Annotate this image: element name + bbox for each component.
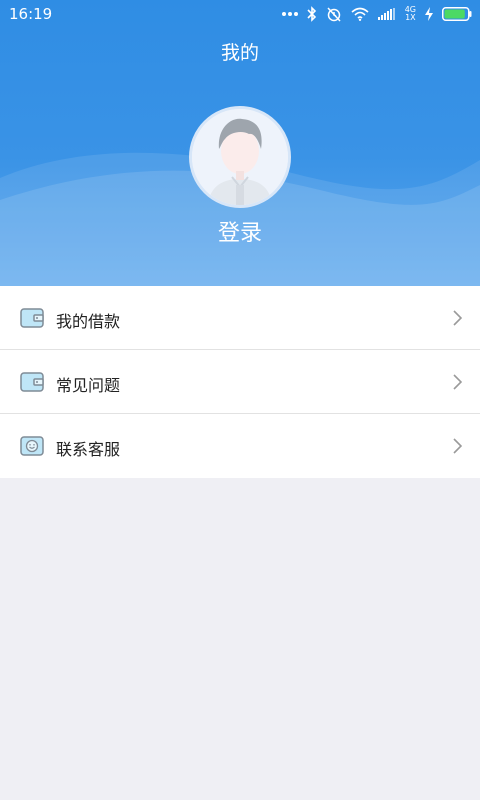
- menu-item-label: 联系客服: [56, 440, 121, 459]
- profile-header: 16:19 4G 1X 我的 登录: [0, 0, 480, 286]
- menu-item-customer-service[interactable]: 联系客服: [0, 414, 480, 478]
- user-avatar-placeholder-icon: [192, 109, 288, 205]
- status-bar: 16:19 4G 1X: [0, 0, 480, 28]
- bluetooth-icon: [307, 6, 316, 22]
- menu-item-label: 常见问题: [56, 376, 121, 395]
- more-icon: [281, 12, 298, 16]
- chevron-right-icon: [453, 310, 462, 326]
- card-icon: [20, 372, 44, 392]
- menu-item-faq[interactable]: 常见问题: [0, 350, 480, 414]
- signal-icon: [377, 8, 395, 20]
- network-type: 4G 1X: [404, 5, 416, 22]
- status-time: 16:19: [9, 5, 53, 23]
- wallet-icon: [20, 308, 44, 328]
- alarm-off-icon: [327, 7, 341, 22]
- menu-list: 我的借款 常见问题 联系客服: [0, 286, 480, 478]
- login-button[interactable]: 登录: [0, 215, 480, 247]
- battery-icon: [442, 7, 472, 21]
- menu-item-label: 我的借款: [56, 312, 121, 331]
- user-avatar[interactable]: [189, 106, 291, 208]
- chat-icon: [20, 436, 44, 456]
- battery-level-fill: [444, 9, 465, 19]
- chevron-right-icon: [453, 374, 462, 390]
- menu-item-my-loans[interactable]: 我的借款: [0, 286, 480, 350]
- chevron-right-icon: [453, 438, 462, 454]
- charging-icon: [425, 7, 433, 21]
- page-title: 我的: [220, 42, 259, 64]
- wifi-icon: [351, 7, 369, 21]
- status-icons: 4G 1X: [281, 4, 472, 24]
